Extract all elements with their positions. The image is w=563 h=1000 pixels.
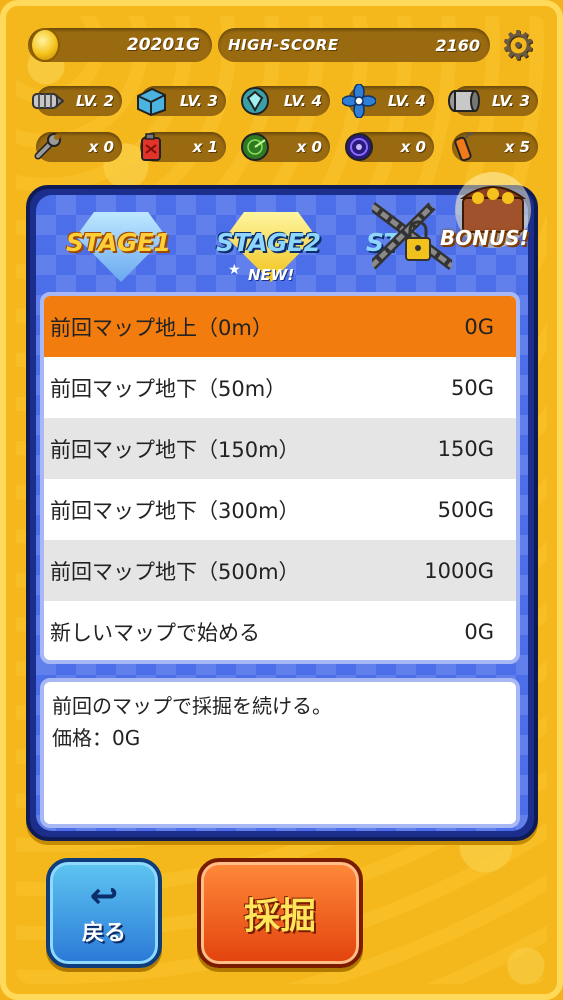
high-score-value: 2160 [435,35,480,55]
list-item[interactable]: 前回マップ地下（500m） 1000G [44,540,516,601]
option-label: 前回マップ地下（150m） [50,437,300,462]
item-wrench-label: x 0 [88,138,114,156]
option-price: 50G [451,375,494,400]
option-label: 前回マップ地上（0m） [50,315,273,340]
tab-stage1[interactable]: STAGE1 [66,228,171,257]
new-badge: NEW! [248,266,295,284]
option-price: 0G [464,619,494,644]
diamond-shield-icon [238,84,272,118]
coin-icon [30,28,60,62]
item-dynamite-label: x 5 [504,138,530,156]
level-diamond-label: LV. 4 [283,92,322,110]
option-price: 0G [464,314,494,339]
dig-button-label: 採掘 [243,896,316,937]
high-score-label: HIGH-SCORE [228,36,339,54]
description-text: 前回のマップで採掘を続ける。 [52,694,332,718]
star-icon: ★ [228,262,241,278]
option-price: 500G [437,497,494,522]
tab-stage2[interactable]: STAGE2 [216,228,321,257]
gear-icon[interactable]: ⚙ [498,26,538,66]
high-score-panel: HIGH-SCORE 2160 [218,28,490,62]
fuel-can-icon [134,130,168,164]
option-label: 前回マップ地下（500m） [50,559,300,584]
list-item[interactable]: 前回マップ地下（150m） 150G [44,418,516,479]
bonus-label[interactable]: BONUS! [440,226,529,250]
option-label: 新しいマップで始める [50,620,260,645]
list-item[interactable]: 前回マップ地下（50m） 50G [44,357,516,418]
return-arrow-icon: ↩ [89,876,119,916]
item-vortex-label: x 0 [400,138,426,156]
level-fan-label: LV. 4 [387,92,426,110]
vortex-icon [342,130,376,164]
roller-icon [446,84,480,118]
wrench-icon [30,130,64,164]
list-item[interactable]: 前回マップ地下（300m） 500G [44,479,516,540]
drill-icon [30,84,64,118]
crate-icon [134,84,168,118]
back-button-label: 戻る [81,921,126,946]
item-fuel-label: x 1 [192,138,218,156]
fan-icon [342,84,376,118]
dynamite-icon [446,130,480,164]
item-radar-label: x 0 [296,138,322,156]
level-roller-label: LV. 3 [491,92,530,110]
level-crate-label: LV. 3 [179,92,218,110]
list-item[interactable]: 新しいマップで始める 0G [44,601,516,660]
option-label: 前回マップ地下（300m） [50,498,300,523]
dig-button[interactable]: 採掘 [197,858,363,968]
back-button[interactable]: ↩ 戻る [46,858,162,968]
option-price: 150G [437,436,494,461]
description-box: 前回のマップで採掘を続ける。 価格：0G [40,678,520,828]
radar-icon [238,130,272,164]
description-price: 価格：0G [52,726,141,750]
map-options-list: 前回マップ地上（0m） 0G 前回マップ地下（50m） 50G 前回マップ地下（… [40,292,520,664]
list-item[interactable]: 前回マップ地上（0m） 0G [44,296,516,357]
gold-value: 20201G [126,35,200,55]
option-label: 前回マップ地下（50m） [50,376,287,401]
level-drill-label: LV. 2 [75,92,114,110]
option-price: 1000G [424,558,494,583]
